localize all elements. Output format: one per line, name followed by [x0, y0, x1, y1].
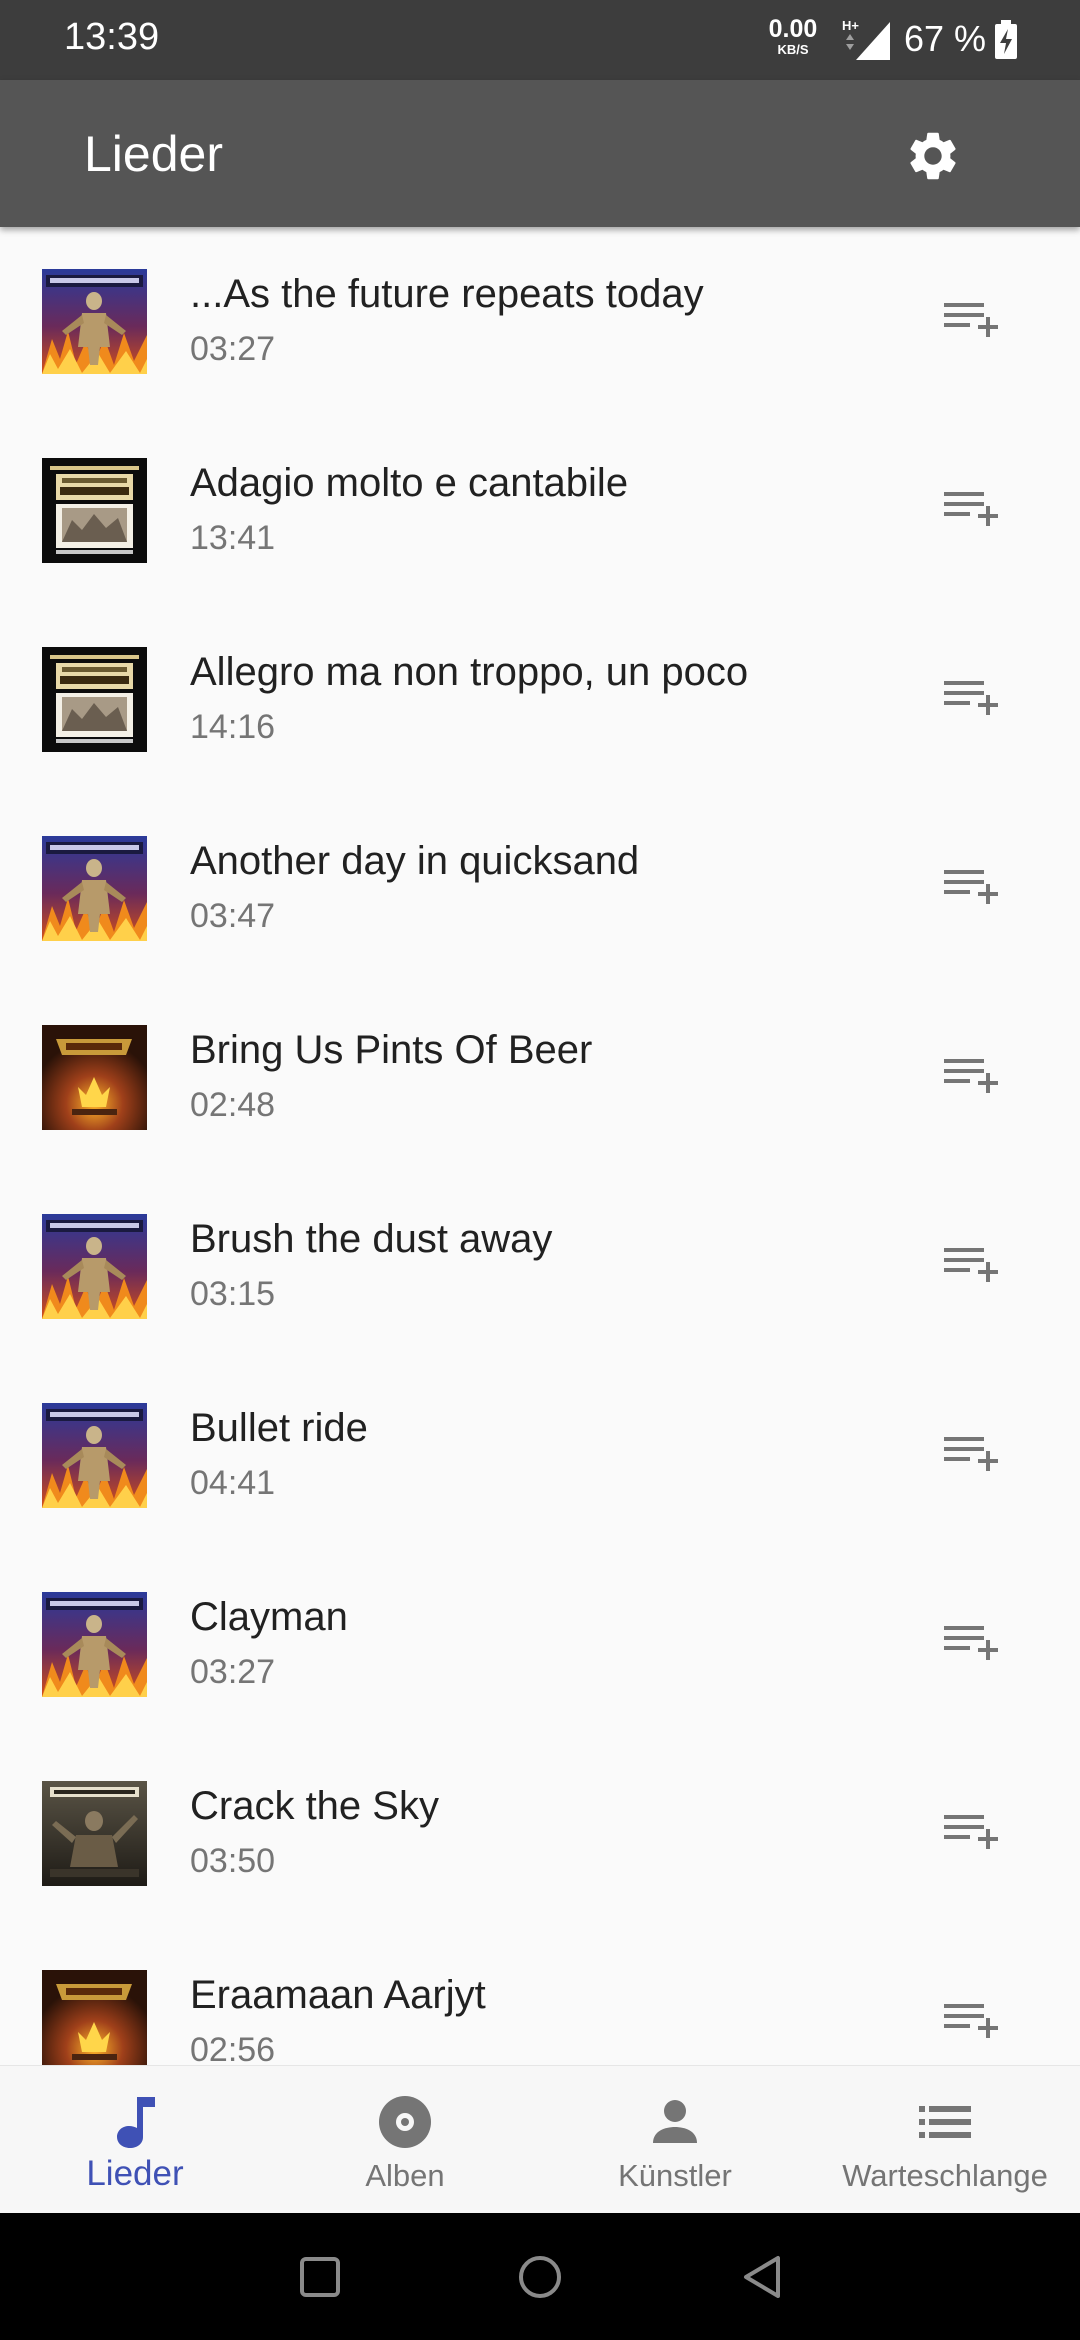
song-list-item[interactable]: Crack the Sky 03:50	[0, 1739, 1080, 1928]
network-speed-unit: KB/S	[777, 42, 809, 57]
album-cover	[42, 269, 147, 374]
song-duration: 03:15	[190, 1275, 276, 1313]
add-to-queue-button[interactable]	[930, 663, 1012, 735]
song-title: Eraamaan Aarjyt	[190, 1973, 486, 2017]
network-type-label: H+	[842, 18, 859, 33]
music-note-icon	[117, 2097, 155, 2148]
playlist-add-icon	[944, 870, 998, 906]
song-list[interactable]: ...As the future repeats today 03:27 Adagi…	[0, 227, 1080, 2065]
app-bar: Lieder	[0, 80, 1080, 227]
status-time: 13:39	[64, 16, 160, 58]
nav-item-songs[interactable]: Lieder	[0, 2066, 270, 2214]
playlist-add-icon	[944, 681, 998, 717]
bottom-navigation: Lieder Alben Künstler Warteschlange	[0, 2065, 1080, 2214]
signal-icon: H+	[842, 18, 890, 60]
song-list-item[interactable]: Adagio molto e cantabile 13:41	[0, 416, 1080, 605]
song-list-item[interactable]: Bullet ride 04:41	[0, 1361, 1080, 1550]
album-cover	[42, 458, 147, 563]
song-title: Bring Us Pints Of Beer	[190, 1028, 593, 1072]
song-title: Another day in quicksand	[190, 839, 640, 883]
add-to-queue-button[interactable]	[930, 1230, 1012, 1302]
song-duration: 13:41	[190, 519, 276, 557]
battery-charging-icon	[995, 20, 1017, 59]
queue-list-icon	[919, 2106, 971, 2138]
album-cover	[42, 1970, 147, 2065]
system-navigation-bar	[0, 2213, 1080, 2340]
song-list-item[interactable]: ...As the future repeats today 03:27	[0, 227, 1080, 416]
song-title: ...As the future repeats today	[190, 272, 704, 316]
add-to-queue-button[interactable]	[930, 1797, 1012, 1869]
nav-item-albums[interactable]: Alben	[270, 2066, 540, 2214]
battery-percent: 67 %	[904, 18, 987, 59]
song-title: Adagio molto e cantabile	[190, 461, 629, 505]
song-title: Clayman	[190, 1595, 348, 1639]
song-list-item[interactable]: Allegro ma non troppo, un poco 14:16	[0, 605, 1080, 794]
album-cover	[42, 1592, 147, 1697]
song-duration: 03:27	[190, 330, 276, 368]
back-button[interactable]	[732, 2247, 792, 2307]
add-to-queue-button[interactable]	[930, 285, 1012, 357]
album-icon	[379, 2096, 431, 2148]
playlist-add-icon	[944, 1059, 998, 1095]
song-duration: 02:48	[190, 1086, 276, 1124]
song-list-item[interactable]: Bring Us Pints Of Beer 02:48	[0, 983, 1080, 1172]
song-list-item[interactable]: Eraamaan Aarjyt 02:56	[0, 1928, 1080, 2065]
album-cover	[42, 1781, 147, 1886]
settings-button[interactable]	[893, 120, 973, 192]
song-title: Crack the Sky	[190, 1784, 439, 1828]
page-title: Lieder	[84, 126, 223, 182]
song-list-item[interactable]: Clayman 03:27	[0, 1550, 1080, 1739]
add-to-queue-button[interactable]	[930, 1608, 1012, 1680]
square-icon	[300, 2257, 340, 2297]
add-to-queue-button[interactable]	[930, 474, 1012, 546]
person-icon	[653, 2100, 697, 2143]
add-to-queue-button[interactable]	[930, 1041, 1012, 1113]
song-title: Brush the dust away	[190, 1217, 553, 1261]
song-duration: 14:16	[190, 708, 276, 746]
song-list-item[interactable]: Brush the dust away 03:15	[0, 1172, 1080, 1361]
playlist-add-icon	[944, 2004, 998, 2040]
album-cover	[42, 1214, 147, 1319]
add-to-queue-button[interactable]	[930, 1986, 1012, 2058]
playlist-add-icon	[944, 303, 998, 339]
song-title: Bullet ride	[190, 1406, 368, 1450]
nav-item-artists[interactable]: Künstler	[540, 2066, 810, 2214]
back-triangle-icon	[744, 2256, 780, 2298]
album-cover	[42, 1025, 147, 1130]
nav-label-songs: Lieder	[86, 2154, 184, 2193]
home-button[interactable]	[510, 2247, 570, 2307]
add-to-queue-button[interactable]	[930, 852, 1012, 924]
add-to-queue-button[interactable]	[930, 1419, 1012, 1491]
song-duration: 02:56	[190, 2031, 276, 2065]
song-title: Allegro ma non troppo, un poco	[190, 650, 749, 694]
album-cover	[42, 836, 147, 941]
album-cover	[42, 647, 147, 752]
gear-icon	[910, 132, 956, 180]
status-bar: 13:39 0.00 KB/S H+ 67 %	[0, 0, 1080, 80]
song-duration: 03:47	[190, 897, 276, 935]
nav-item-queue[interactable]: Warteschlange	[810, 2066, 1080, 2214]
song-duration: 04:41	[190, 1464, 276, 1502]
song-list-item[interactable]: Another day in quicksand 03:47	[0, 794, 1080, 983]
playlist-add-icon	[944, 1437, 998, 1473]
recents-button[interactable]	[290, 2247, 350, 2307]
album-cover	[42, 1403, 147, 1508]
playlist-add-icon	[944, 1626, 998, 1662]
playlist-add-icon	[944, 492, 998, 528]
nav-label-albums: Alben	[365, 2158, 445, 2193]
network-speed: 0.00 KB/S	[766, 15, 820, 57]
playlist-add-icon	[944, 1815, 998, 1851]
network-speed-value: 0.00	[768, 15, 818, 43]
circle-icon	[519, 2256, 561, 2298]
song-duration: 03:27	[190, 1653, 276, 1691]
nav-label-queue: Warteschlange	[842, 2158, 1048, 2193]
playlist-add-icon	[944, 1248, 998, 1284]
song-duration: 03:50	[190, 1842, 276, 1880]
nav-label-artists: Künstler	[618, 2158, 732, 2193]
